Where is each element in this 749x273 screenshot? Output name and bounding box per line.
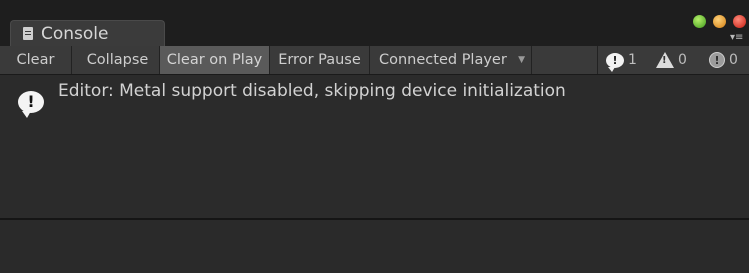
error-count: 1 <box>628 52 637 68</box>
warning-triangle-icon: ! <box>656 52 674 68</box>
close-button[interactable] <box>733 15 746 28</box>
message-bubble-icon: ! <box>18 91 44 118</box>
connected-player-label: Connected Player <box>379 52 507 68</box>
message-count: 0 <box>729 52 738 68</box>
console-doc-icon <box>23 27 33 40</box>
minimize-button[interactable] <box>713 15 726 28</box>
collapse-toggle[interactable]: Collapse <box>72 46 160 74</box>
title-bar: Console ▾≡ <box>0 0 749 46</box>
clear-on-play-toggle[interactable]: Clear on Play <box>160 46 270 74</box>
clear-button[interactable]: Clear <box>0 46 72 74</box>
error-pause-toggle[interactable]: Error Pause <box>270 46 370 74</box>
console-toolbar: Clear Collapse Clear on Play Error Pause… <box>0 46 749 75</box>
message-count-toggle[interactable]: ! 0 <box>702 46 749 74</box>
error-bubble-icon: ! <box>606 52 624 72</box>
log-entry-text: Editor: Metal support disabled, skipping… <box>58 81 566 101</box>
log-entry[interactable]: ! Editor: Metal support disabled, skippi… <box>0 75 749 118</box>
log-list[interactable]: ! Editor: Metal support disabled, skippi… <box>0 75 749 218</box>
chevron-down-icon: ▼ <box>518 55 525 65</box>
tab-label: Console <box>41 23 109 44</box>
connected-player-dropdown[interactable]: Connected Player ▼ <box>370 46 532 74</box>
log-detail-pane <box>0 220 749 273</box>
error-count-toggle[interactable]: ! 1 <box>597 46 649 74</box>
info-circle-icon: ! <box>709 52 725 68</box>
window-menu-icon[interactable]: ▾≡ <box>730 33 743 43</box>
maximize-button[interactable] <box>693 15 706 28</box>
warning-count-toggle[interactable]: ! 0 <box>650 46 700 74</box>
console-tab[interactable]: Console <box>10 20 165 46</box>
warning-count: 0 <box>678 52 687 68</box>
